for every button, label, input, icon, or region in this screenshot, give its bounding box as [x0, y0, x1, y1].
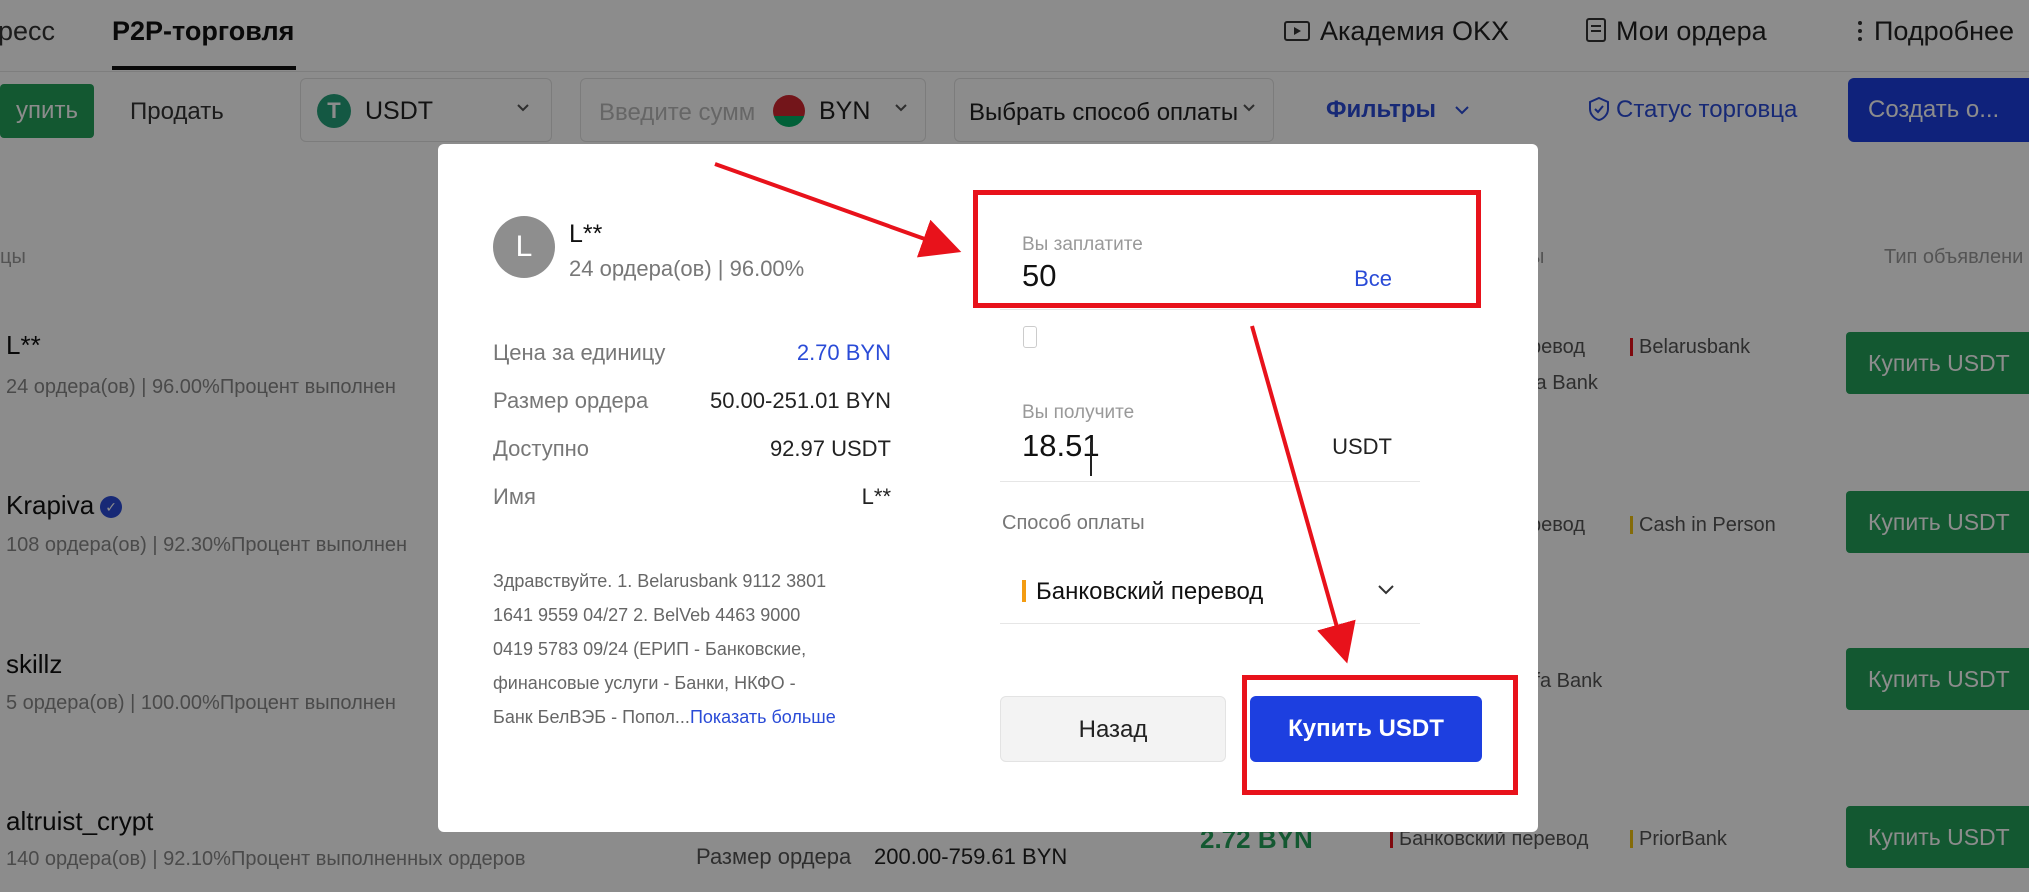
- seller-avatar: L: [493, 216, 555, 278]
- terms-line: 1641 9559 04/27 2. BelVeb 4463 9000: [493, 605, 801, 625]
- terms-line: Здравствуйте. 1. Belarusbank 9112 3801: [493, 571, 827, 591]
- order-size-label: Размер ордера: [493, 388, 649, 413]
- text-cursor: [1090, 442, 1092, 476]
- chevron-down-icon: [1378, 585, 1394, 595]
- seller-terms: Здравствуйте. 1. Belarusbank 9112 3801 1…: [493, 564, 913, 734]
- terms-line: 0419 5783 09/24 (ЕРИП - Банковские,: [493, 639, 807, 659]
- receive-amount-field[interactable]: Вы получите 18.51 USDT: [1000, 372, 1420, 482]
- order-size-value: 50.00-251.01 BYN: [709, 388, 891, 413]
- swap-icon: [1023, 326, 1037, 348]
- payment-method-dropdown[interactable]: Банковский перевод: [1000, 558, 1420, 624]
- unit-price-label: Цена за единицу: [493, 340, 666, 365]
- available-label: Доступно: [493, 436, 590, 461]
- payment-color-bar: [1022, 580, 1026, 602]
- unit-price-value: 2.70 BYN: [796, 340, 891, 365]
- show-more-link[interactable]: Показать больше: [690, 707, 836, 727]
- terms-line: Банк БелВЭБ - Попол...Показать больше: [493, 700, 913, 734]
- name-label: Имя: [493, 484, 536, 509]
- available-value: 92.97 USDT: [769, 436, 891, 461]
- terms-line: финансовые услуги - Банки, НКФО -: [493, 673, 796, 693]
- receive-amount-label: Вы получите: [1022, 402, 1135, 423]
- seller-stats: 24 ордера(ов) | 96.00%: [569, 256, 805, 281]
- name-value: L**: [861, 484, 891, 509]
- back-button[interactable]: Назад: [1000, 696, 1226, 762]
- payment-method-value: Банковский перевод: [1036, 578, 1264, 605]
- terms-last-line: Банк БелВЭБ - Попол...: [493, 707, 690, 727]
- receive-amount-value[interactable]: 18.51: [1022, 428, 1100, 464]
- annotation-highlight-pay-field: [973, 190, 1481, 308]
- payment-method-label: Способ оплаты: [1002, 512, 1145, 534]
- receive-unit: USDT: [1332, 434, 1392, 459]
- annotation-highlight-buy-button: [1242, 675, 1518, 795]
- seller-name: L**: [569, 220, 603, 248]
